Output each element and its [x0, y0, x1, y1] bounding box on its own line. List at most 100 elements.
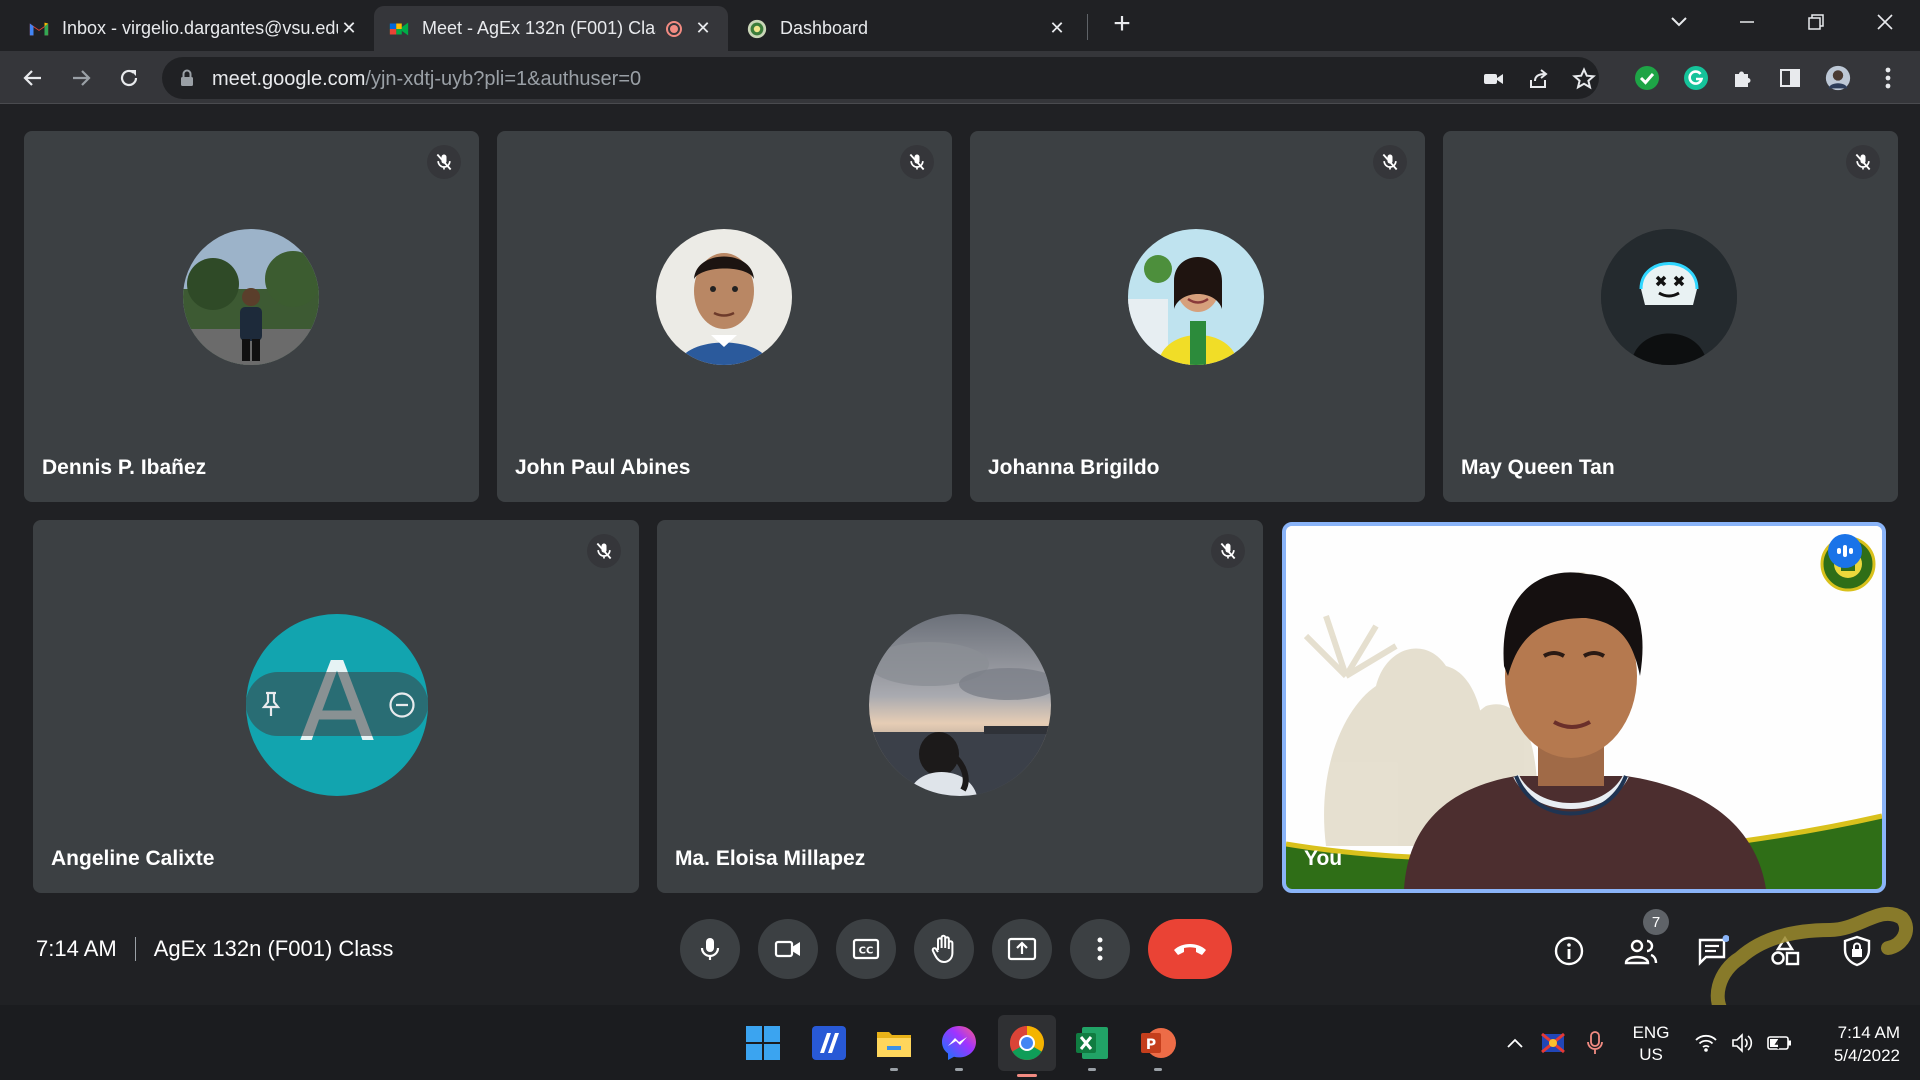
close-icon [1877, 14, 1893, 30]
close-tab-icon[interactable]: ✕ [338, 18, 360, 40]
participant-tile[interactable]: John Paul Abines [497, 131, 952, 502]
microphone-icon [700, 938, 720, 960]
share-icon[interactable] [1527, 67, 1551, 91]
participant-count-badge: 7 [1643, 909, 1669, 935]
participant-avatar [1128, 229, 1264, 365]
reload-button[interactable] [114, 63, 144, 93]
mic-off-icon [1373, 145, 1407, 179]
chrome-menu-icon[interactable] [1875, 65, 1901, 91]
hang-up-icon [1174, 944, 1206, 955]
svg-text:P: P [1146, 1037, 1156, 1053]
mic-off-icon [1211, 534, 1245, 568]
minimize-button[interactable] [1719, 0, 1775, 44]
excel-icon[interactable] [1070, 1021, 1114, 1071]
volume-icon[interactable] [1728, 1005, 1758, 1080]
recording-indicator-icon [666, 20, 682, 37]
file-explorer-icon[interactable] [872, 1021, 916, 1071]
close-window-button[interactable] [1857, 0, 1913, 44]
restore-button[interactable] [1788, 0, 1844, 44]
camera-in-use-icon[interactable] [1482, 67, 1506, 91]
browser-tab-strip: Inbox - virgelio.dargantes@vsu.edu.ph ✕ … [0, 0, 1920, 51]
new-tab-button[interactable]: + [1107, 9, 1137, 40]
profile-avatar[interactable] [1825, 65, 1851, 91]
leave-call-button[interactable] [1148, 919, 1232, 979]
chat-button[interactable] [1693, 931, 1733, 971]
wifi-icon[interactable] [1691, 1005, 1721, 1080]
mic-off-icon [587, 534, 621, 568]
minimize-icon [1740, 21, 1754, 23]
people-button[interactable] [1621, 931, 1661, 971]
chat-icon [1698, 935, 1729, 966]
present-screen-icon [1007, 937, 1037, 961]
svg-text:CC: CC [859, 946, 874, 957]
remove-participant-icon[interactable] [388, 691, 416, 724]
arrow-right-icon [73, 70, 91, 86]
participant-tile[interactable]: May Queen Tan [1443, 131, 1898, 502]
close-tab-icon[interactable]: ✕ [1046, 18, 1068, 40]
clock-date: 5/4/2022 [1833, 1046, 1900, 1065]
closed-captions-icon: CC [852, 938, 880, 960]
mail-app-icon[interactable] [807, 1021, 851, 1065]
meet-stage: Dennis P. Ibañez John Paul Abines Johann… [0, 105, 1920, 1005]
meeting-details-button[interactable] [1549, 931, 1589, 971]
captions-button[interactable]: CC [836, 919, 896, 979]
tab-meet[interactable]: Meet - AgEx 132n (F001) Class ✕ [374, 6, 728, 51]
show-hidden-icons-button[interactable] [1500, 1005, 1530, 1080]
mic-off-icon [1846, 145, 1880, 179]
tray-app-flag-icon[interactable] [1538, 1005, 1568, 1080]
host-controls-button[interactable] [1837, 931, 1877, 971]
mic-off-icon [900, 145, 934, 179]
tab-search-button[interactable] [1651, 0, 1707, 44]
google-meet-icon [388, 18, 410, 40]
address-bar[interactable]: meet.google.com/yjn-xdtj-uyb?pli=1&authu… [162, 57, 1599, 99]
back-button[interactable] [18, 63, 48, 93]
forward-button[interactable] [66, 63, 96, 93]
star-bookmark-icon[interactable] [1572, 67, 1596, 91]
participant-avatar [656, 229, 792, 365]
running-indicator [1154, 1068, 1162, 1071]
windows-start-icon[interactable] [741, 1021, 785, 1065]
microphone-in-use-icon[interactable] [1580, 1005, 1610, 1080]
battery-charging-icon[interactable] [1765, 1005, 1795, 1080]
running-indicator [955, 1068, 963, 1071]
chrome-icon[interactable] [998, 1015, 1056, 1077]
tab-title: Meet - AgEx 132n (F001) Class [422, 18, 656, 38]
system-clock[interactable]: 7:14 AM 5/4/2022 [1798, 1021, 1900, 1067]
pin-icon[interactable] [258, 690, 284, 723]
participant-tile[interactable]: A Angeline Calixte [33, 520, 639, 893]
participant-avatar [1601, 229, 1737, 365]
check-extension-icon[interactable] [1634, 65, 1660, 91]
participant-name: Johanna Brigildo [988, 456, 1160, 479]
tab-dashboard[interactable]: Dashboard ✕ [732, 6, 1082, 51]
raise-hand-icon [931, 934, 954, 964]
camera-button[interactable] [758, 919, 818, 979]
microphone-button[interactable] [680, 919, 740, 979]
activities-button[interactable] [1765, 931, 1805, 971]
language-indicator[interactable]: ENG US [1628, 1022, 1674, 1066]
extensions-puzzle-icon[interactable] [1730, 65, 1756, 91]
running-indicator [890, 1068, 898, 1071]
participant-avatar [183, 229, 319, 365]
participant-tile[interactable]: Dennis P. Ibañez [24, 131, 479, 502]
participant-avatar: A [246, 614, 428, 796]
present-screen-button[interactable] [992, 919, 1052, 979]
speaking-indicator-icon [1828, 534, 1862, 568]
meeting-details: 7:14 AM AgEx 132n (F001) Class [36, 936, 393, 962]
people-icon [1624, 939, 1658, 965]
self-video-tile[interactable]: You [1282, 522, 1886, 893]
reload-icon [120, 69, 138, 87]
powerpoint-icon[interactable]: P [1136, 1021, 1180, 1071]
participant-tile[interactable]: Ma. Eloisa Millapez [657, 520, 1263, 893]
participant-tile[interactable]: Johanna Brigildo [970, 131, 1425, 502]
tab-separator [1087, 14, 1088, 40]
messenger-icon[interactable] [937, 1021, 981, 1071]
close-tab-icon[interactable]: ✕ [692, 18, 714, 40]
windows-taskbar: P ENG US 7:14 AM 5/4/2022 [0, 1005, 1920, 1080]
side-panel-icon[interactable] [1777, 65, 1803, 91]
more-options-button[interactable] [1070, 919, 1130, 979]
grammarly-extension-icon[interactable] [1683, 65, 1709, 91]
raise-hand-button[interactable] [914, 919, 974, 979]
tab-gmail[interactable]: Inbox - virgelio.dargantes@vsu.edu.ph ✕ [14, 6, 374, 51]
more-vert-icon [1097, 937, 1103, 961]
shield-lock-icon [1843, 935, 1871, 967]
